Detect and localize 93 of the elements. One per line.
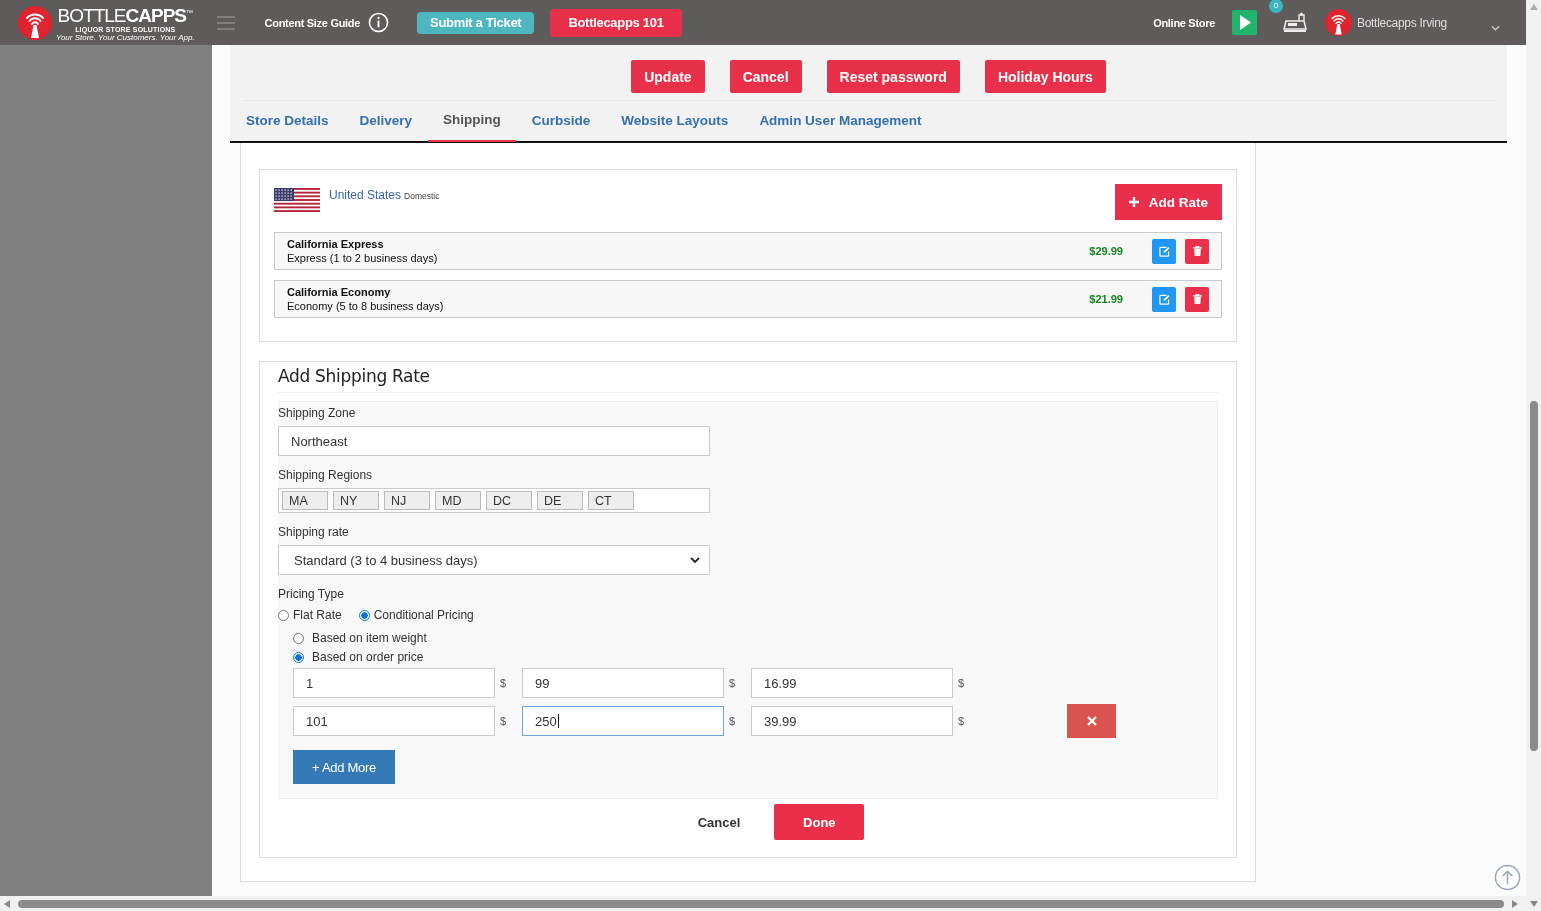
scroll-to-top-icon[interactable] <box>1494 864 1521 891</box>
scroll-right-arrow-icon[interactable] <box>1512 899 1518 908</box>
info-icon[interactable] <box>368 12 390 33</box>
field-label: Pricing Type <box>278 587 345 601</box>
scroll-thumb[interactable] <box>18 899 1504 908</box>
horizontal-scrollbar[interactable] <box>0 896 1526 911</box>
tab[interactable]: Curbside <box>516 101 606 143</box>
menu-icon[interactable] <box>216 15 235 30</box>
region-tag[interactable]: CT <box>588 491 634 510</box>
radio-button[interactable] <box>358 609 370 621</box>
rate-price: $21.99 <box>1089 293 1123 305</box>
user-name[interactable]: Bottlecapps Irving <box>1357 15 1447 30</box>
play-icon[interactable] <box>1232 10 1257 35</box>
input-field[interactable]: 99 <box>522 668 724 698</box>
radio-label[interactable]: Flat Rate <box>293 608 342 622</box>
logo-icon[interactable] <box>18 5 52 40</box>
input-field[interactable]: Northeast <box>278 426 710 456</box>
scroll-down-arrow-icon[interactable] <box>1529 901 1538 907</box>
chevron-down-icon <box>690 557 700 563</box>
zone-scope-label: Domestic <box>404 191 440 201</box>
currency-label: $ <box>728 677 737 689</box>
trash-icon <box>1192 246 1202 256</box>
region-tag[interactable]: MD <box>435 491 481 510</box>
currency-label: $ <box>728 715 737 727</box>
edit-icon <box>1158 293 1170 305</box>
region-tag[interactable]: DE <box>537 491 583 510</box>
flag-icon <box>274 188 320 212</box>
edit-button[interactable] <box>1152 286 1176 312</box>
radio-label[interactable]: Conditional Pricing <box>373 608 474 622</box>
tab[interactable]: Delivery <box>344 101 428 143</box>
currency-label: $ <box>499 677 508 689</box>
rate-description: Economy (5 to 8 business days) <box>287 300 445 312</box>
country-name: United States <box>329 188 402 202</box>
input-field[interactable]: 250 <box>522 706 724 736</box>
tab[interactable]: Admin User Management <box>743 101 937 143</box>
radio-button[interactable] <box>293 651 304 663</box>
done-button[interactable]: Done <box>774 804 865 840</box>
edit-icon <box>1158 245 1170 257</box>
chevron-down-icon[interactable] <box>1491 24 1500 31</box>
remove-button[interactable] <box>1067 704 1116 738</box>
toolbar-button[interactable]: Holiday Hours <box>984 60 1106 93</box>
logo-slogan: Your Store. Your Customers. Your App. <box>56 33 195 42</box>
currency-label: $ <box>499 715 508 727</box>
cancel-button[interactable]: Cancel <box>691 813 747 831</box>
delete-button[interactable] <box>1185 286 1209 312</box>
select-field[interactable]: Standard (3 to 4 business days) <box>278 545 710 575</box>
rate-name: California Express <box>287 238 385 250</box>
tab[interactable]: Store Details <box>230 101 345 143</box>
field-label: Shipping Zone <box>278 406 357 420</box>
vertical-scrollbar[interactable] <box>1526 0 1541 911</box>
notification-badge: 0 <box>1269 0 1283 13</box>
region-tag[interactable]: NY <box>333 491 379 510</box>
online-store-label: Online Store <box>1153 16 1215 29</box>
input-field[interactable]: 39.99 <box>751 706 953 736</box>
scroll-thumb[interactable] <box>1529 401 1538 751</box>
region-tag[interactable]: NJ <box>384 491 430 510</box>
field-label: Shipping Regions <box>278 468 374 482</box>
radio-label[interactable]: Based on item weight <box>312 631 427 645</box>
radio-button[interactable] <box>293 632 304 644</box>
radio-button[interactable] <box>278 609 289 621</box>
input-field[interactable]: 101 <box>293 706 495 736</box>
content-size-guide-link[interactable]: Content Size Guide <box>264 16 361 29</box>
scroll-up-arrow-icon[interactable] <box>1529 4 1538 10</box>
form-title: Add Shipping Rate <box>278 366 1218 393</box>
input-field[interactable]: 1 <box>293 668 495 698</box>
radio-label[interactable]: Based on order price <box>312 650 424 664</box>
add-rate-button[interactable]: Add Rate <box>1114 184 1222 220</box>
register-icon[interactable] <box>1282 10 1308 35</box>
currency-label: $ <box>957 677 966 689</box>
trash-icon <box>1192 294 1202 304</box>
rate-name: California Economy <box>287 286 392 298</box>
top-button[interactable]: Bottlecapps 101 <box>550 8 682 37</box>
rate-description: Express (1 to 2 business days) <box>287 252 439 264</box>
input-field[interactable]: 16.99 <box>751 668 953 698</box>
logo-wordmark[interactable]: BOTTLECAPPS$^{™}$ <box>57 3 193 26</box>
toolbar-button[interactable]: Update <box>631 60 705 93</box>
currency-label: $ <box>957 715 966 727</box>
scroll-left-arrow-icon[interactable] <box>4 899 10 908</box>
region-tag[interactable]: MA <box>282 491 328 510</box>
close-icon <box>1086 716 1097 726</box>
edit-button[interactable] <box>1152 238 1176 264</box>
rate-price: $29.99 <box>1089 245 1123 257</box>
tab[interactable]: Website Layouts <box>605 101 744 143</box>
region-tag[interactable]: DC <box>486 491 532 510</box>
field-label: Shipping rate <box>278 525 350 539</box>
add-more-button[interactable]: + Add More <box>293 750 395 784</box>
tag-input-field[interactable]: MA NY NJ MD DC DE CT <box>278 488 710 513</box>
plus-icon <box>1128 197 1139 207</box>
toolbar-button[interactable]: Reset password <box>826 60 960 93</box>
avatar-icon[interactable] <box>1325 9 1352 36</box>
delete-button[interactable] <box>1185 238 1209 264</box>
toolbar-button[interactable]: Cancel <box>729 60 802 93</box>
text-cursor <box>557 714 559 728</box>
